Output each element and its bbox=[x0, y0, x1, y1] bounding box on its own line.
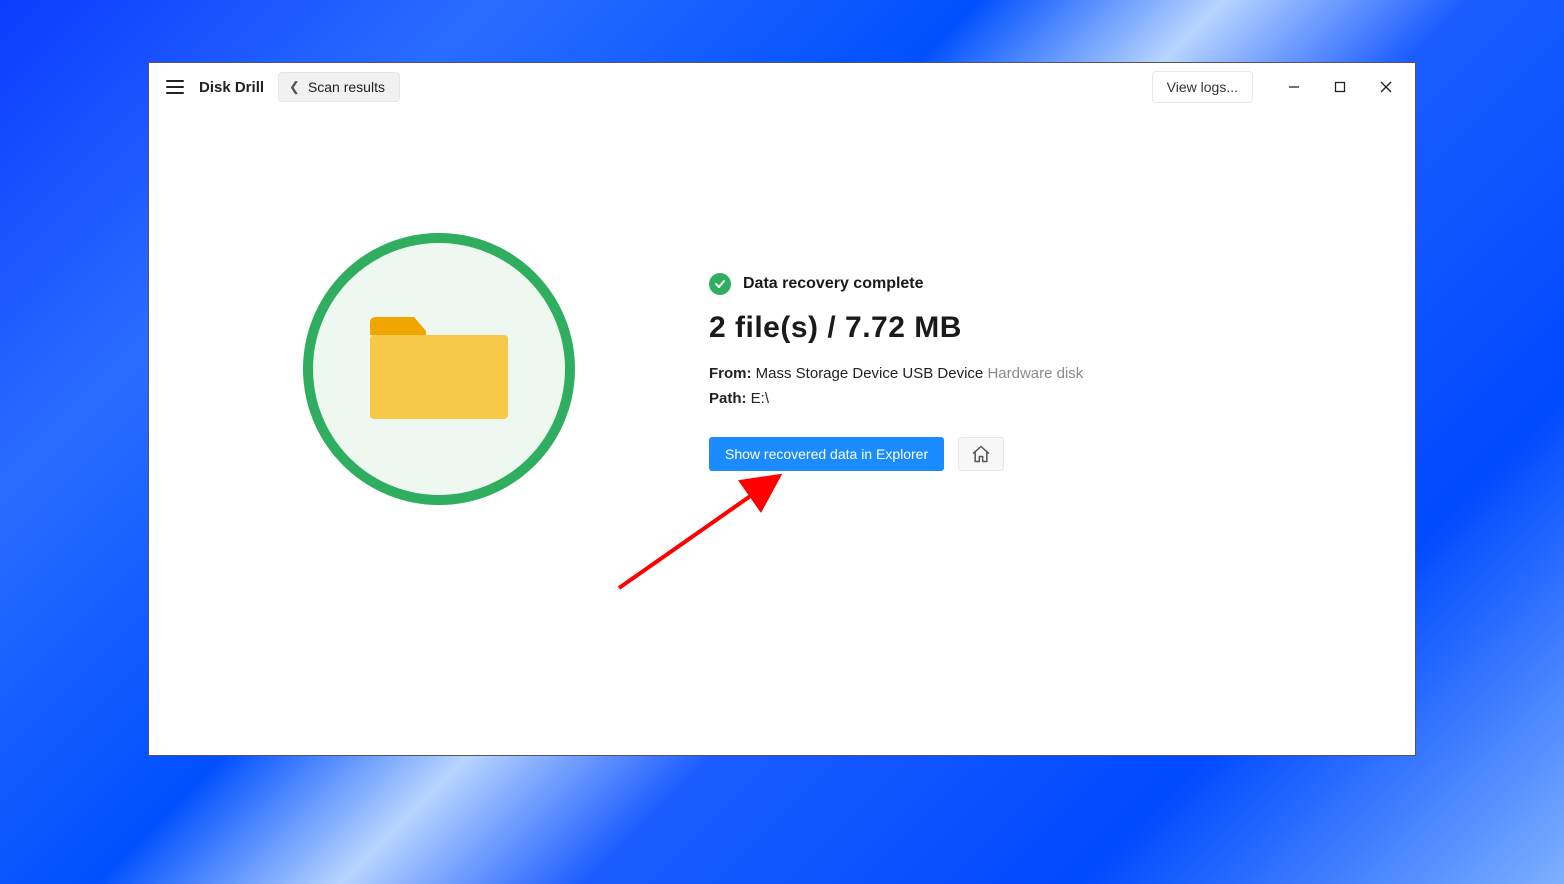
back-label: Scan results bbox=[308, 79, 385, 95]
show-in-explorer-button[interactable]: Show recovered data in Explorer bbox=[709, 437, 944, 471]
illustration-column bbox=[149, 233, 709, 505]
details-column: Data recovery complete 2 file(s) / 7.72 … bbox=[709, 233, 1083, 471]
back-button[interactable]: ❮ Scan results bbox=[278, 72, 400, 102]
minimize-button[interactable] bbox=[1271, 68, 1317, 106]
path-value: E:\ bbox=[751, 390, 769, 407]
home-icon bbox=[971, 444, 991, 464]
from-label: From: bbox=[709, 365, 752, 382]
maximize-icon bbox=[1334, 81, 1346, 93]
minimize-icon bbox=[1288, 81, 1300, 93]
from-line: From: Mass Storage Device USB Device Har… bbox=[709, 365, 1083, 382]
app-window: Disk Drill ❮ Scan results View logs... bbox=[148, 62, 1416, 756]
home-button[interactable] bbox=[958, 437, 1004, 471]
maximize-button[interactable] bbox=[1317, 68, 1363, 106]
folder-icon bbox=[364, 309, 514, 429]
window-controls bbox=[1271, 68, 1409, 106]
titlebar: Disk Drill ❮ Scan results View logs... bbox=[149, 63, 1415, 111]
status-heading: Data recovery complete bbox=[743, 275, 924, 293]
path-label: Path: bbox=[709, 390, 747, 407]
close-icon bbox=[1380, 81, 1392, 93]
content-area: Data recovery complete 2 file(s) / 7.72 … bbox=[149, 111, 1415, 755]
status-row: Data recovery complete bbox=[709, 273, 1083, 295]
check-icon bbox=[709, 273, 731, 295]
recovery-summary: 2 file(s) / 7.72 MB bbox=[709, 311, 1083, 345]
view-logs-button[interactable]: View logs... bbox=[1152, 71, 1253, 103]
from-suffix: Hardware disk bbox=[987, 365, 1083, 382]
hamburger-icon[interactable] bbox=[161, 73, 189, 101]
close-button[interactable] bbox=[1363, 68, 1409, 106]
chevron-left-icon: ❮ bbox=[289, 79, 300, 95]
actions-row: Show recovered data in Explorer bbox=[709, 437, 1083, 471]
folder-badge bbox=[303, 233, 575, 505]
from-value: Mass Storage Device USB Device bbox=[756, 365, 984, 382]
app-title: Disk Drill bbox=[199, 79, 264, 96]
path-line: Path: E:\ bbox=[709, 390, 1083, 407]
